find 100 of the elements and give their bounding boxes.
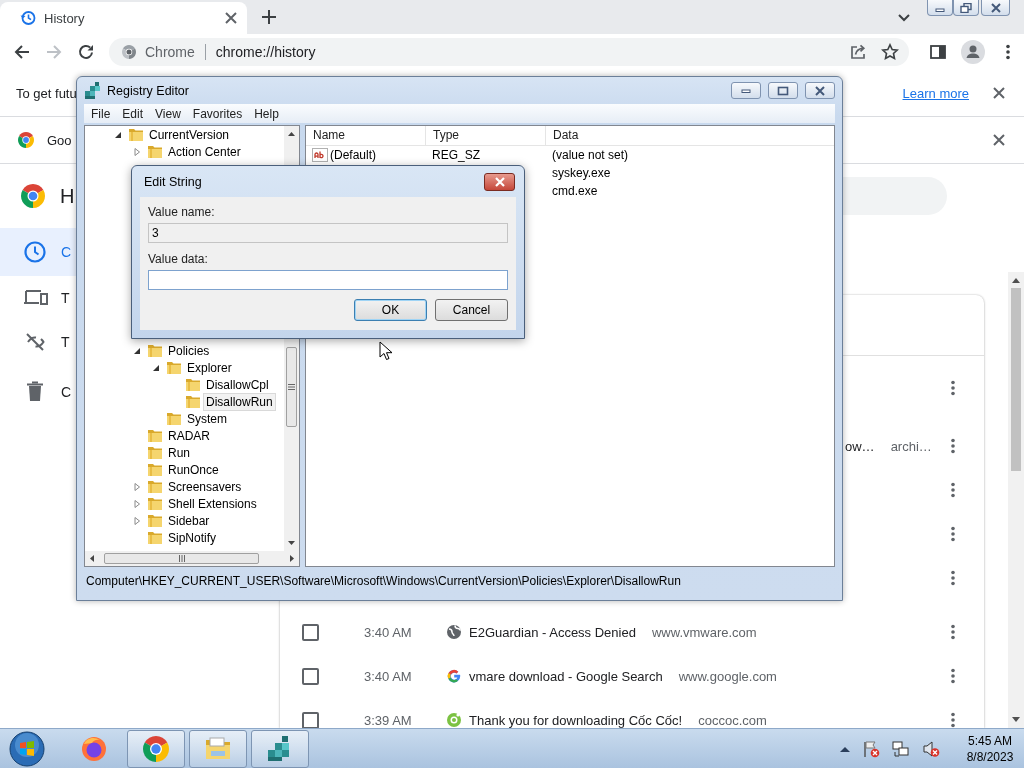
scroll-up-icon [288,132,295,136]
taskbar-app[interactable] [189,729,247,768]
scrollbar[interactable] [85,551,299,566]
maximize-button[interactable] [768,82,798,99]
star-icon[interactable] [881,43,899,61]
close-button[interactable] [981,0,1010,16]
expand-arrow-icon[interactable] [132,498,142,509]
url-text: chrome://history [215,44,316,60]
tree-item[interactable]: RunOnce [165,460,222,479]
back-icon[interactable] [13,43,31,61]
nav-item[interactable]: T [0,276,76,320]
flag-icon[interactable] [862,739,880,758]
menu-item[interactable]: Edit [116,106,150,121]
history-link[interactable]: ow… [845,438,875,454]
expand-arrow-icon[interactable] [132,515,142,526]
folder-icon [185,393,201,410]
firefox-icon [80,734,108,763]
minimize-button[interactable] [731,82,761,99]
address-bar[interactable]: Chrome chrome://history [109,38,909,66]
site-label: Chrome [145,44,195,60]
tree-item[interactable]: Shell Extensions [165,494,260,513]
plus-icon[interactable] [261,9,277,25]
value-data: syskey.exe [552,165,611,180]
share-icon[interactable] [849,43,867,61]
taskbar-app[interactable] [251,729,309,768]
expand-arrow-icon[interactable] [132,481,142,492]
cancel-button[interactable]: Cancel [435,299,508,321]
clock-time[interactable]: 5:45 AM [968,732,1012,749]
column-header[interactable]: Data [546,126,834,145]
window-title: Registry Editor [107,83,189,98]
page-heading: H [60,184,75,208]
nav-item[interactable]: T [0,320,76,364]
nav-item[interactable]: C [0,370,76,414]
muted-speaker-icon[interactable] [922,739,940,758]
clock-date[interactable]: 8/8/2023 [966,748,1014,765]
history-link[interactable]: Thank you for downloading Cốc Cốc! [469,712,683,728]
close-icon[interactable] [223,10,239,26]
tree-item[interactable]: Sidebar [165,511,213,530]
show-hidden-icon[interactable] [840,744,850,753]
menu-item[interactable]: Help [248,106,285,121]
tree-item[interactable]: Screensavers [165,477,245,496]
nav-item[interactable]: C [0,228,76,276]
clock-icon [23,240,49,264]
column-header[interactable]: Name [306,126,426,145]
reload-icon[interactable] [77,43,95,61]
value-name-field[interactable]: 3 [148,223,508,243]
value-data-field[interactable] [148,270,508,290]
scrollbar-thumb[interactable] [104,553,259,564]
scrollbar-thumb[interactable] [286,347,297,427]
minimize-icon [741,87,751,94]
ok-button[interactable]: OK [354,299,427,321]
history-link[interactable]: E2Guardian - Access Denied [469,624,636,640]
scroll-down-icon [1012,717,1020,723]
menu-item[interactable]: File [85,106,117,121]
menu-item[interactable]: View [149,106,187,121]
tree-item[interactable]: SipNotify [165,528,220,547]
scrollbar-thumb[interactable] [1011,288,1021,471]
folder-icon [147,495,163,512]
browser-tab[interactable]: History [0,2,247,34]
network-icon[interactable] [892,739,910,758]
column-header[interactable]: Type [426,126,546,145]
favicon [446,668,462,684]
start-orb-icon[interactable] [9,730,45,767]
checkbox[interactable] [302,667,319,685]
maximize-icon [777,85,789,96]
tree-item[interactable]: CurrentVersion [146,126,233,144]
dialog-title: Edit String [144,174,202,189]
scrollbar[interactable] [1008,272,1024,728]
checkbox[interactable] [302,623,319,641]
tree-item[interactable]: DisallowCpl [203,375,272,394]
close-icon[interactable] [991,85,1007,101]
close-button[interactable] [484,172,515,191]
restore-button[interactable] [953,0,979,16]
learn-more-link[interactable]: Learn more [902,85,969,101]
close-icon [493,176,506,187]
tree-item[interactable]: DisallowRun [203,392,276,411]
chrome-logo-icon [20,183,46,209]
minimize-button[interactable] [927,0,953,16]
close-icon[interactable] [991,132,1007,148]
history-link[interactable]: vmare download - Google Search [469,668,663,684]
favicon [446,624,462,640]
folder-icon [147,427,163,444]
scroll-right-icon [290,555,294,562]
tree-item[interactable]: RADAR [165,426,213,445]
profile-icon[interactable] [961,40,985,64]
tree-item[interactable]: Run [165,443,193,462]
tree-item[interactable]: Explorer [184,358,235,377]
site-domain: coccoc.com [698,712,767,728]
tree-item[interactable]: Policies [165,341,213,360]
menu-item[interactable]: Favorites [186,106,249,121]
close-button[interactable] [805,82,835,99]
chrome-logo-icon [17,131,35,149]
promo-text: Goo [47,132,72,148]
folder-icon [147,478,163,495]
tree-item[interactable]: System [184,409,230,428]
expand-arrow-icon[interactable] [132,146,142,157]
grip-icon [178,555,185,562]
taskbar-app[interactable] [127,729,185,768]
tree-item[interactable]: Action Center [165,142,244,161]
side-panel-icon[interactable] [929,43,947,61]
